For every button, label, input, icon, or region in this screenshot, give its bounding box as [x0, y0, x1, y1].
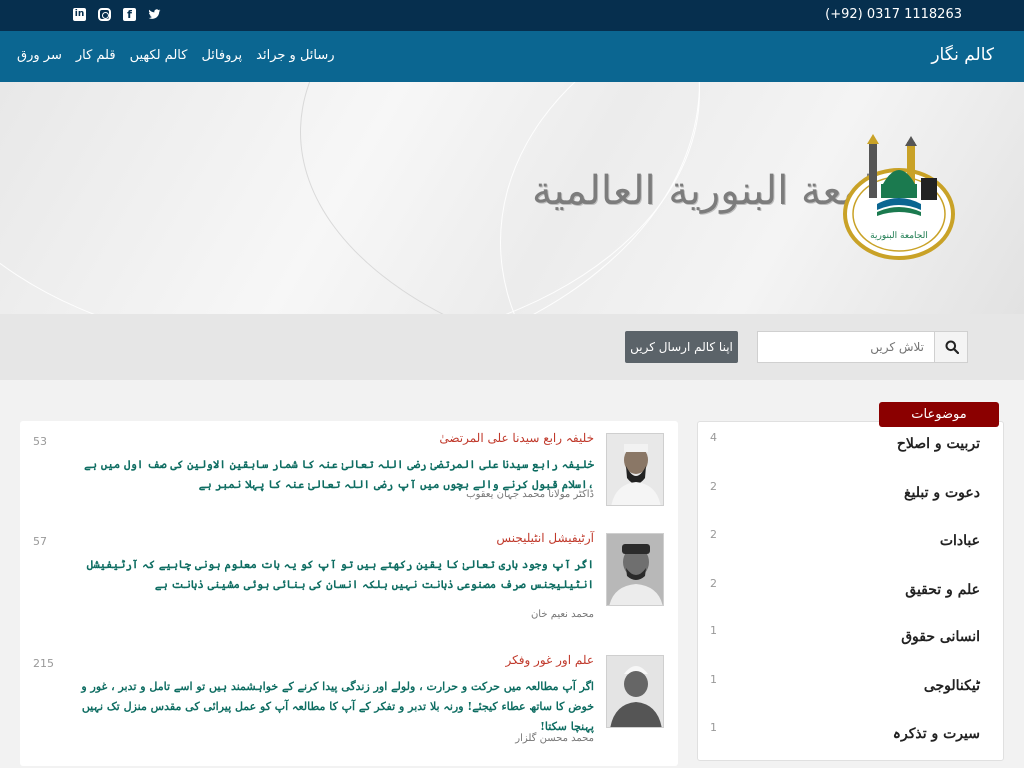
author-avatar	[606, 655, 664, 728]
topic-count: 1	[710, 624, 717, 637]
instagram-icon[interactable]	[98, 8, 111, 21]
topic-label[interactable]: تربیت و اصلاح	[897, 436, 980, 452]
article-excerpt: اگر آپ وجود باری تعالیٰ کا یقین رکھتے ہی…	[86, 558, 594, 591]
brand-title[interactable]: کالم نگار	[931, 45, 994, 65]
article-title[interactable]: آرٹیفیشل انٹیلیجنس	[496, 531, 594, 545]
article-view-count: 53	[33, 435, 47, 448]
article-view-count: 215	[33, 657, 54, 670]
topic-item[interactable]: 2 دعوت و تبلیغ	[697, 473, 1004, 521]
social-links: in f	[73, 8, 161, 21]
article-view-count: 57	[33, 535, 47, 548]
article-excerpt: اگر آپ مطالعہ میں حرکت و حرارت ، ولولے ا…	[81, 680, 594, 733]
topic-item[interactable]: 1 سیرت و تذکرہ	[697, 714, 1004, 762]
university-logo: الجامعة البنورية	[843, 134, 955, 260]
nav-item-journals[interactable]: رسائل و جرائد	[256, 48, 334, 63]
topic-item[interactable]: 1 ٹیکنالوجی	[697, 666, 1004, 714]
nav-item-write-column[interactable]: کالم لکھیں	[130, 48, 188, 63]
search-button[interactable]	[934, 332, 967, 362]
svg-text:الجامعة البنورية: الجامعة البنورية	[870, 231, 928, 241]
topic-label[interactable]: انسانی حقوق	[901, 629, 980, 645]
top-bar: in f (+92) 0317 1118263	[0, 0, 1024, 31]
article-item[interactable]: 215 علم اور غور وفکر اگر آپ مطالعہ میں ح…	[20, 643, 678, 753]
topic-item[interactable]: 4 تربیت و اصلاح	[697, 424, 1004, 472]
linkedin-icon[interactable]: in	[73, 8, 86, 21]
twitter-icon[interactable]	[148, 8, 161, 21]
topic-count: 2	[710, 577, 717, 590]
topic-item[interactable]: 2 عبادات	[697, 521, 1004, 569]
topic-count: 2	[710, 480, 717, 493]
submit-column-button[interactable]: اپنا کالم ارسال کریں	[625, 331, 738, 363]
topic-count: 1	[710, 721, 717, 734]
search-icon	[945, 340, 959, 354]
topic-count: 4	[710, 431, 717, 444]
article-title[interactable]: علم اور غور وفکر	[505, 653, 594, 667]
main-navbar: کالم نگار سر ورق قلم کار کالم لکھیں پروف…	[0, 31, 1024, 82]
nav-menu: سر ورق قلم کار کالم لکھیں پروفائل رسائل …	[17, 48, 335, 63]
topic-label[interactable]: دعوت و تبلیغ	[904, 485, 980, 501]
author-avatar	[606, 533, 664, 606]
article-author[interactable]: ڈاکٹر مولانا محمد جہان یعقوب	[466, 489, 594, 500]
topic-label[interactable]: عبادات	[940, 533, 980, 549]
nav-item-writers[interactable]: قلم کار	[76, 48, 116, 63]
search-box	[757, 331, 968, 363]
topic-label[interactable]: سیرت و تذکرہ	[893, 726, 980, 742]
topic-count: 1	[710, 673, 717, 686]
articles-panel: 53 خلیفہ رابع سیدنا علی المرتضیٰ خلیفہ ر…	[20, 421, 678, 766]
phone-number[interactable]: (+92) 0317 1118263	[825, 7, 962, 22]
nav-item-profile[interactable]: پروفائل	[201, 48, 242, 63]
nav-item-home[interactable]: سر ورق	[17, 48, 62, 63]
article-item[interactable]: 53 خلیفہ رابع سیدنا علی المرتضیٰ خلیفہ ر…	[20, 421, 678, 531]
author-avatar	[606, 433, 664, 506]
topic-count: 2	[710, 528, 717, 541]
topic-label[interactable]: علم و تحقیق	[905, 582, 980, 598]
topic-label[interactable]: ٹیکنالوجی	[924, 678, 980, 694]
search-input[interactable]	[758, 332, 934, 362]
article-title[interactable]: خلیفہ رابع سیدنا علی المرتضیٰ	[439, 431, 594, 445]
topic-item[interactable]: 1 انسانی حقوق	[697, 617, 1004, 665]
article-author[interactable]: محمد محسن گلزار	[515, 733, 594, 744]
topic-item[interactable]: 2 علم و تحقیق	[697, 570, 1004, 618]
facebook-icon[interactable]: f	[123, 8, 136, 21]
article-author[interactable]: محمد نعیم خان	[531, 609, 594, 620]
article-item[interactable]: 57 آرٹیفیشل انٹیلیجنس اگر آپ وجود باری ت…	[20, 521, 678, 631]
